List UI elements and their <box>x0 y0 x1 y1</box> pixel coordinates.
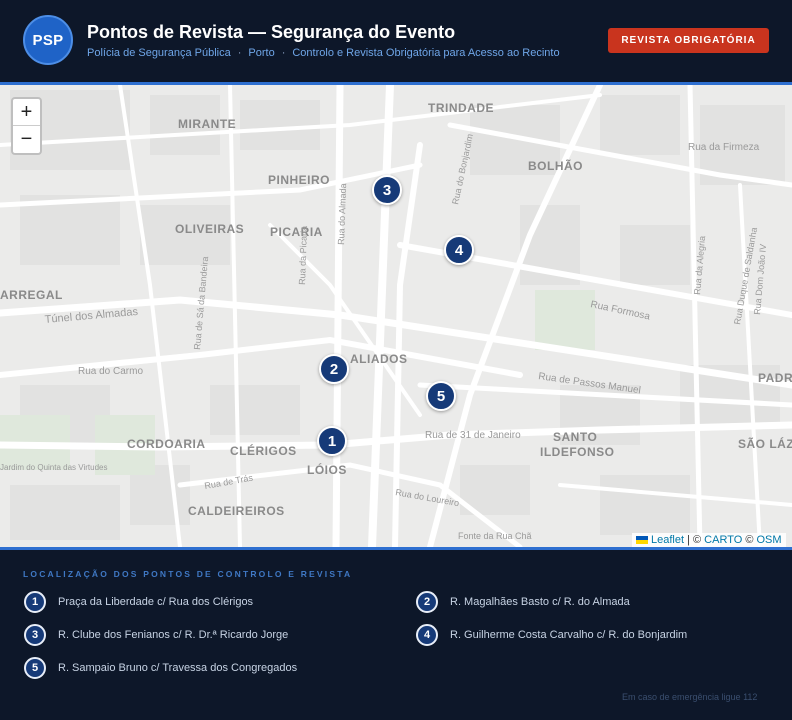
checkpoint-marker-2[interactable]: 2 <box>319 354 349 384</box>
legend-text: Praça da Liberdade c/ Rua dos Clérigos <box>58 596 254 608</box>
street-label: Rua Formosa <box>589 299 651 322</box>
place-label: BOLHÃO <box>528 158 583 173</box>
place-label: PINHEIRO <box>268 173 330 187</box>
legend-text: R. Guilherme Costa Carvalho c/ R. do Bon… <box>450 629 688 641</box>
zoom-control: + − <box>11 97 42 155</box>
legend-item: 4 R. Guilherme Costa Carvalho c/ R. do B… <box>416 624 687 646</box>
street-label: Rua de 31 de Janeiro <box>425 430 521 441</box>
place-label: PICARIA <box>270 225 323 239</box>
subtitle-description: Controlo e Revista Obrigatória para Aces… <box>292 47 560 59</box>
attribution-separator: | © <box>684 534 705 546</box>
street-label: Rua da Firmeza <box>688 142 760 153</box>
legend-number: 3 <box>24 624 46 646</box>
place-label: LÓIOS <box>307 462 347 477</box>
legend-number: 2 <box>416 591 438 613</box>
attribution-separator: © <box>742 534 757 546</box>
subtitle-city: Porto <box>248 47 275 59</box>
osm-link[interactable]: OSM <box>757 534 782 546</box>
page-subtitle: Polícia de Segurança Pública · Porto · Contr… <box>87 47 560 59</box>
leaflet-link[interactable]: Leaflet <box>651 534 684 546</box>
subtitle-organization: Polícia de Segurança Pública <box>87 47 231 59</box>
subtitle-separator: · <box>237 47 242 59</box>
status-badge: REVISTA OBRIGATÓRIA <box>608 28 769 53</box>
place-label: TRINDADE <box>428 101 494 115</box>
legend-item: 3 R. Clube dos Fenianos c/ R. Dr.ª Ricar… <box>24 624 288 646</box>
carto-link[interactable]: CARTO <box>704 534 742 546</box>
app-frame: PSP Pontos de Revista — Segurança do Eve… <box>0 0 792 720</box>
legend-number: 1 <box>24 591 46 613</box>
place-label: PADR <box>758 371 792 385</box>
checkpoint-marker-3[interactable]: 3 <box>372 175 402 205</box>
street-label: Rua da Picaria <box>297 226 309 285</box>
map-tiles: MIRANTE TRINDADE PINHEIRO BOLHÃO OLIVEIR… <box>0 85 792 547</box>
legend-number: 5 <box>24 657 46 679</box>
legend-title: LOCALIZAÇÃO DOS PONTOS DE CONTROLO E REV… <box>23 569 353 579</box>
place-label: MIRANTE <box>178 117 236 131</box>
place-label: OLIVEIRAS <box>175 222 244 236</box>
place-label: CLÉRIGOS <box>230 443 297 458</box>
legend-number: 4 <box>416 624 438 646</box>
subtitle-separator: · <box>281 47 286 59</box>
street-label: Fonte da Rua Chã <box>458 531 532 541</box>
checkpoint-marker-5[interactable]: 5 <box>426 381 456 411</box>
place-label: ARREGAL <box>0 288 63 302</box>
street-label: Rua do Carmo <box>78 366 143 377</box>
emergency-note: Em caso de emergência ligue 112 <box>622 692 758 702</box>
psp-logo: PSP <box>23 15 73 65</box>
zoom-in-button[interactable]: + <box>13 99 40 126</box>
place-label: CALDEIREIROS <box>188 504 285 518</box>
legend-item: 5 R. Sampaio Bruno c/ Travessa dos Congr… <box>24 657 297 679</box>
checkpoint-marker-1[interactable]: 1 <box>317 426 347 456</box>
map-view[interactable]: MIRANTE TRINDADE PINHEIRO BOLHÃO OLIVEIR… <box>0 85 792 547</box>
place-label: SÃO LÁZ <box>738 436 792 451</box>
place-label: CORDOARIA <box>127 437 206 451</box>
legend-text: R. Sampaio Bruno c/ Travessa dos Congreg… <box>58 662 298 674</box>
header: PSP Pontos de Revista — Segurança do Eve… <box>0 0 792 82</box>
zoom-out-button[interactable]: − <box>13 126 40 153</box>
legend-text: R. Clube dos Fenianos c/ R. Dr.ª Ricardo… <box>58 629 289 641</box>
street-label: Rua do Almada <box>336 183 348 245</box>
page-title: Pontos de Revista — Segurança do Evento <box>87 22 456 42</box>
place-label: ILDEFONSO <box>540 445 615 459</box>
legend-text: R. Magalhães Basto c/ R. do Almada <box>450 596 630 608</box>
checkpoint-marker-4[interactable]: 4 <box>444 235 474 265</box>
map-attribution: Leaflet | © CARTO © OSM <box>632 533 786 547</box>
place-label: SANTO <box>553 430 597 444</box>
ukraine-flag-icon <box>636 536 648 544</box>
street-label: Jardim do Quinta das Virtudes <box>0 463 107 472</box>
place-label: ALIADOS <box>350 352 408 366</box>
map-divider <box>0 547 792 550</box>
legend-item: 1 Praça da Liberdade c/ Rua dos Clérigos <box>24 591 253 613</box>
legend-item: 2 R. Magalhães Basto c/ R. do Almada <box>416 591 630 613</box>
street-label: Rua de Trás <box>204 473 255 491</box>
